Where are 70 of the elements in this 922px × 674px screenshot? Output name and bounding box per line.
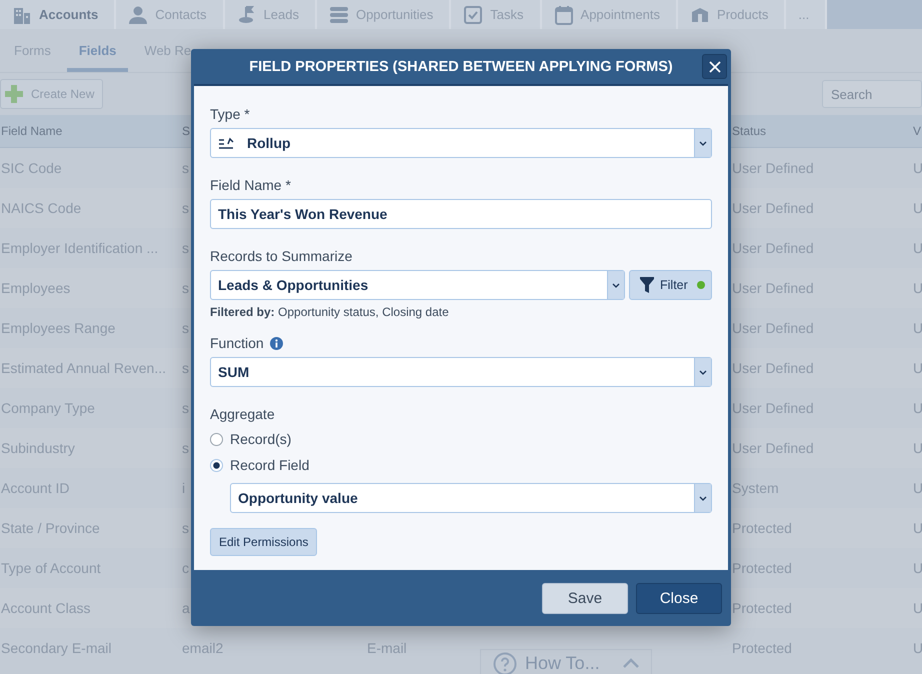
how-to-panel[interactable]: How To... [480, 649, 652, 674]
table-cell: Employees [1, 280, 70, 296]
flag-icon [236, 4, 257, 24]
table-cell: NAICS Code [1, 200, 82, 216]
field-name-input[interactable]: This Year's Won Revenue [210, 199, 712, 229]
info-icon [270, 336, 283, 350]
radio-label: Record(s) [230, 431, 292, 447]
table-cell: User Defined [732, 280, 814, 296]
plus-icon [5, 85, 23, 103]
table-cell: U [913, 360, 922, 376]
table-cell: User Defined [732, 360, 814, 376]
close-icon [708, 60, 720, 72]
table-cell: U [913, 440, 922, 456]
checkbox-icon [463, 4, 484, 24]
column-header: S [182, 124, 190, 138]
nav-tab[interactable]: Contacts [116, 0, 225, 29]
calendar-icon [554, 4, 574, 24]
save-button[interactable]: Save [542, 582, 628, 614]
filter-button[interactable]: Filter [629, 270, 712, 300]
close-button[interactable] [702, 54, 727, 79]
dialog-title: FIELD PROPERTIES (SHARED BETWEEN APPLYING FORMS) [249, 58, 673, 74]
field-label: Function [210, 335, 264, 351]
close-dialog-button[interactable]: Close [636, 582, 722, 614]
column-header: Field Name [1, 124, 62, 138]
field-label: Field Name * [210, 177, 292, 193]
caret-icon [694, 484, 711, 512]
table-cell: Estimated Annual Reven... [1, 360, 166, 376]
table-cell: Protected [732, 600, 792, 616]
radio-button[interactable] [210, 458, 223, 472]
table-cell: State / Province [1, 520, 100, 536]
records-dropdown[interactable]: Leads & Opportunities [210, 270, 625, 300]
caret-up-icon [623, 658, 639, 668]
help-icon [493, 652, 517, 674]
rollup-icon [218, 136, 236, 150]
nav-tab[interactable]: Accounts [0, 0, 116, 29]
table-cell: Account Class [1, 600, 90, 616]
column-header: V [913, 124, 922, 138]
nav-tab[interactable]: Tasks [451, 0, 542, 29]
help-label: How To... [525, 652, 600, 674]
record-field-dropdown[interactable]: Opportunity value [230, 483, 712, 513]
function-dropdown[interactable]: SUM [210, 357, 712, 387]
caret-icon [694, 129, 711, 157]
table-cell: Subindustry [1, 440, 75, 456]
table-cell: U [913, 520, 922, 536]
nav-tab[interactable]: Opportunities [316, 0, 452, 29]
radio-button[interactable] [210, 432, 223, 446]
nav-tab[interactable]: Products [678, 0, 786, 29]
caret-icon [694, 358, 711, 386]
type-dropdown[interactable]: Rollup [210, 128, 712, 158]
table-cell: User Defined [732, 440, 814, 456]
table-cell: U [913, 200, 922, 216]
search-field[interactable]: Search [822, 80, 922, 108]
table-cell: U [913, 280, 922, 296]
column-header: Status [732, 124, 766, 138]
field-label: Aggregate [210, 406, 276, 422]
sub-tab[interactable]: Fields [66, 29, 128, 72]
nav-tab[interactable]: Appointments [542, 0, 678, 29]
caret-icon [607, 271, 624, 299]
table-cell: U [913, 600, 922, 616]
nav-tab[interactable]: Leads [224, 0, 317, 29]
funnel-icon [640, 276, 654, 294]
edit-permissions-button[interactable]: Edit Permissions [210, 528, 318, 556]
field-label: Records to Summarize [210, 248, 354, 264]
filter-summary: Filtered by: Opportunity status, Closing date [210, 305, 450, 319]
table-cell: Protected [732, 520, 792, 536]
list-icon [328, 4, 349, 24]
table-cell: User Defined [732, 200, 814, 216]
field-label: Type * [210, 106, 251, 122]
person-icon [128, 4, 148, 24]
radio-label: Record Field [230, 457, 310, 473]
